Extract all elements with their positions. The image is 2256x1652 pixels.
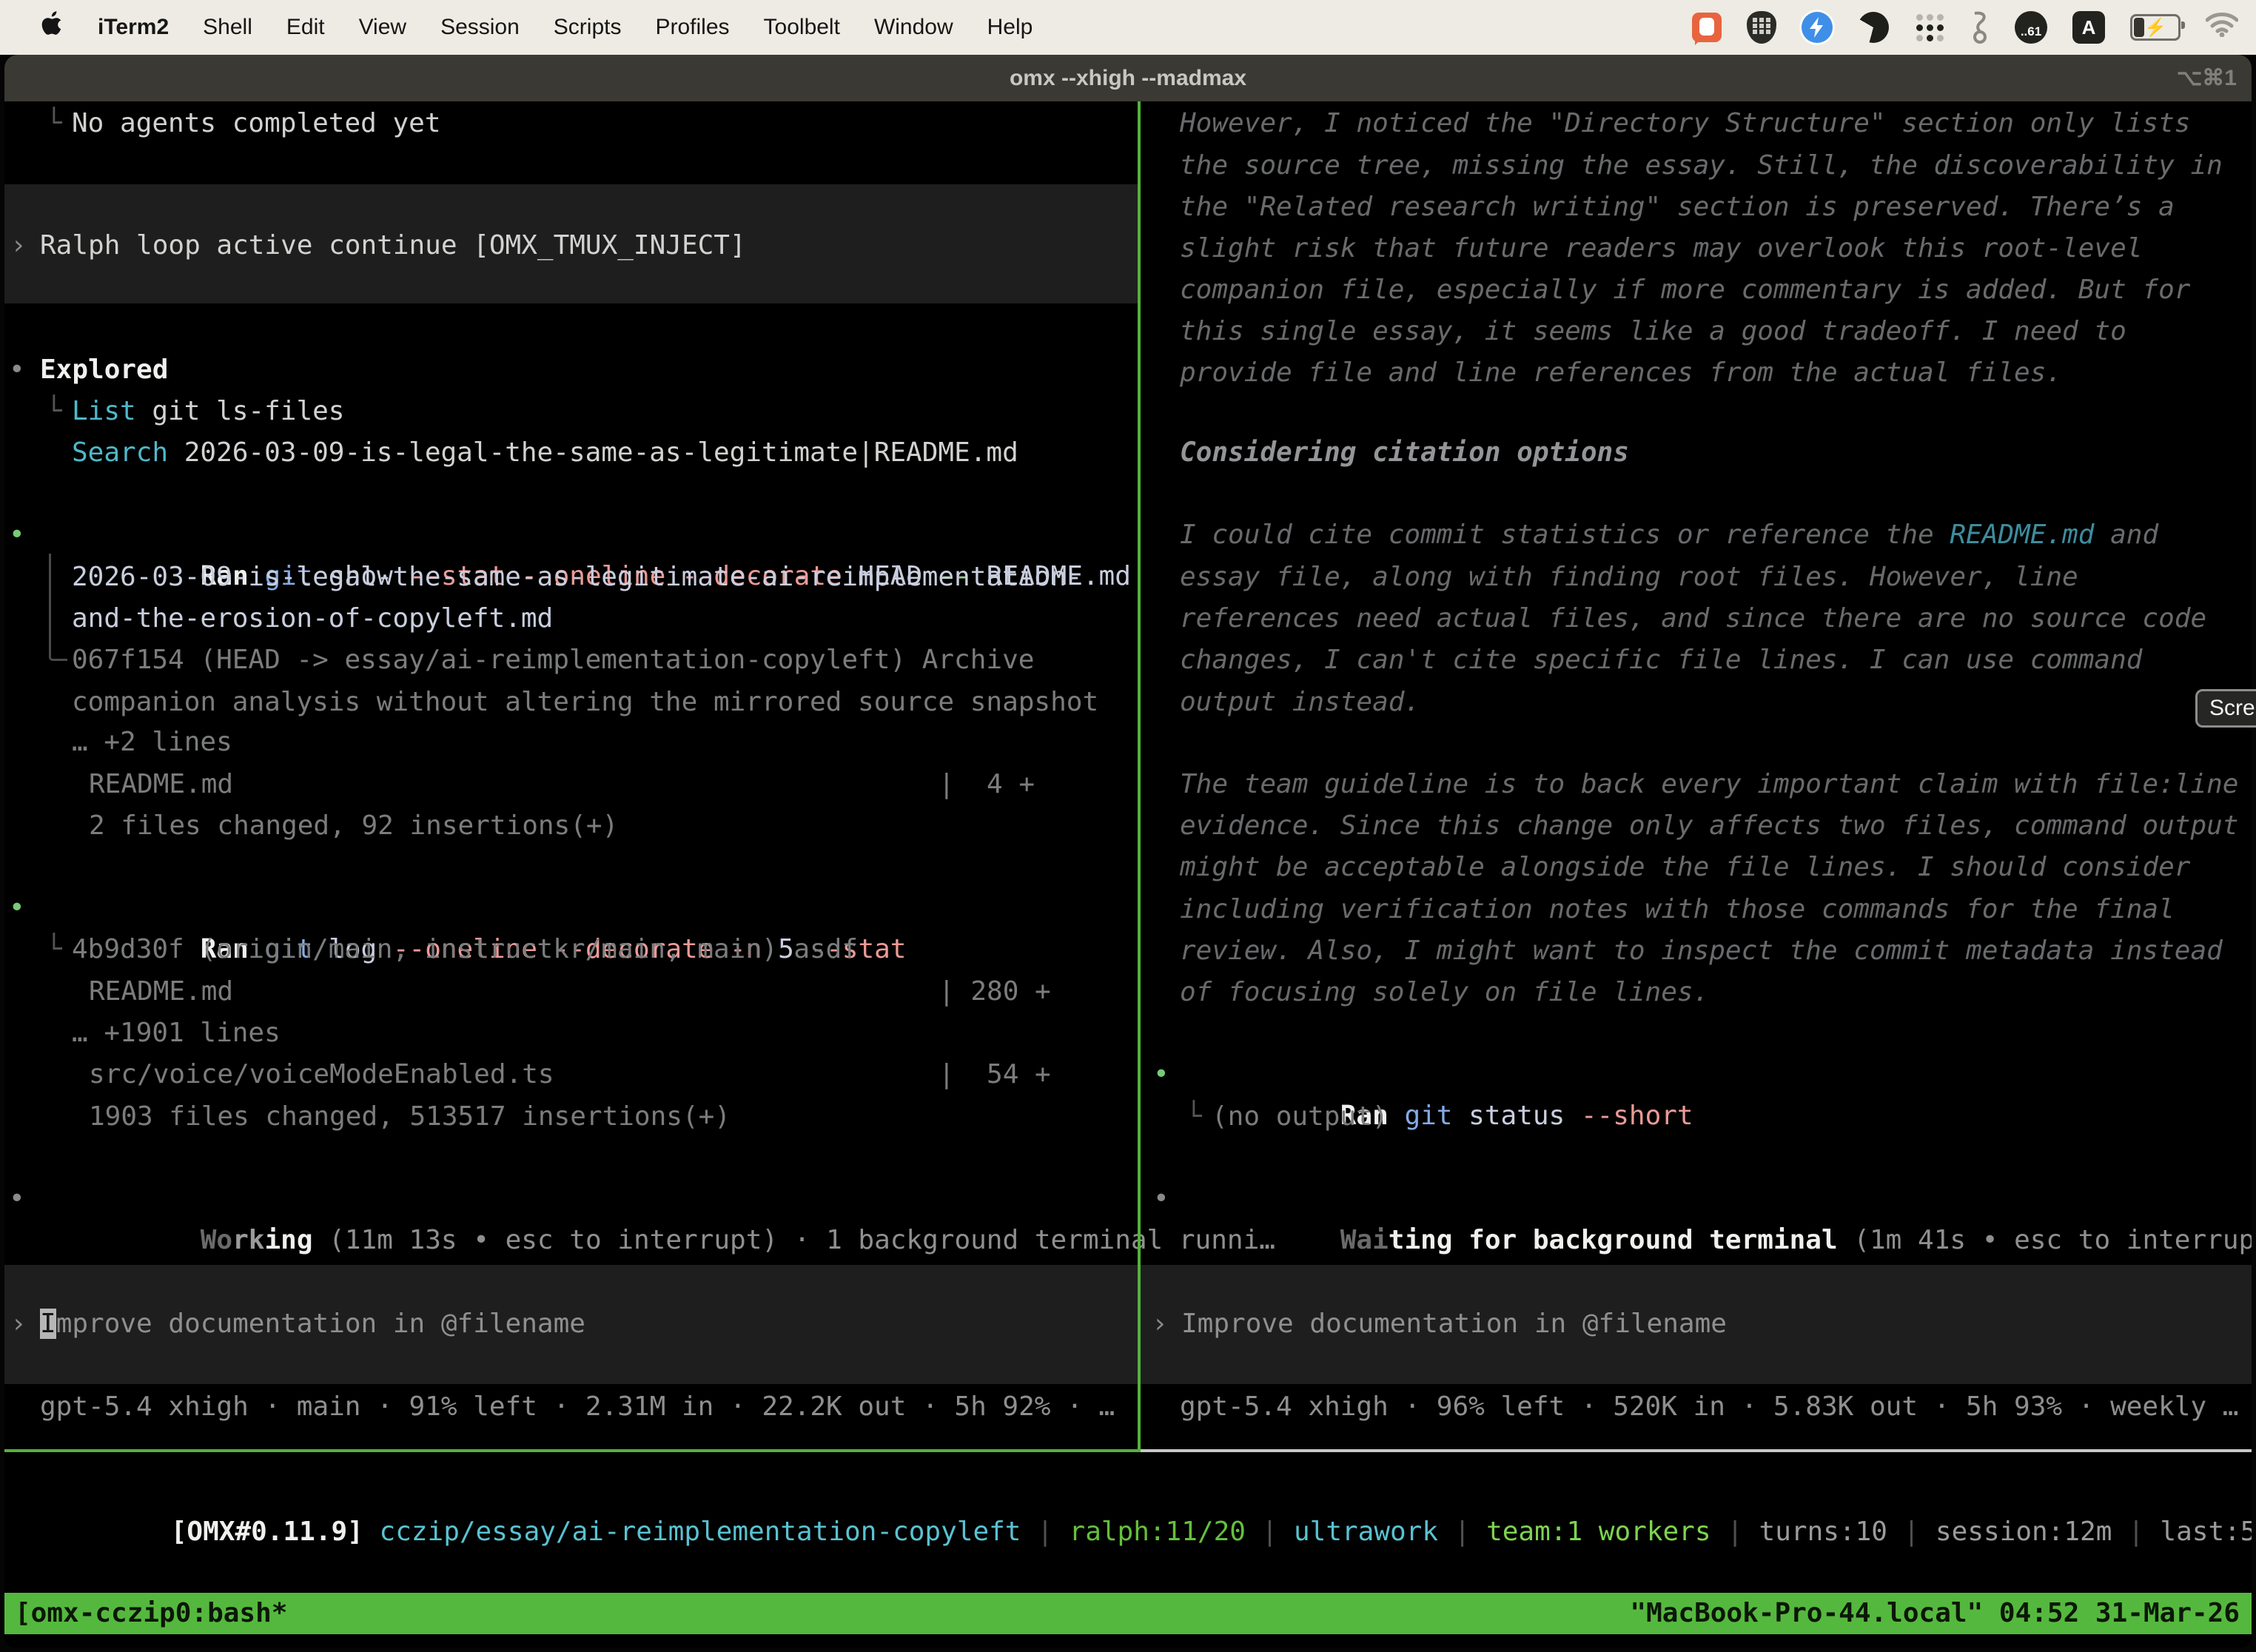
menu-item-view[interactable]: View <box>359 15 406 40</box>
omx-version: [OMX#0.11.9] <box>171 1517 363 1547</box>
reasoning-p3-line: review. Also, I might want to inspect th… <box>4 930 2252 972</box>
menu-item-toolbelt[interactable]: Toolbelt <box>764 15 840 40</box>
loop-icon[interactable] <box>1858 12 1889 43</box>
reasoning-p2-line: I could cite commit statistics or refere… <box>4 514 2252 556</box>
team-workers: team:1 workers <box>1486 1517 1711 1547</box>
reasoning-p1-line: this single essay, it seems like a good … <box>4 311 2252 352</box>
reasoning-p2-line: essay file, along with finding root file… <box>4 557 2252 598</box>
reasoning-p1-line: the source tree, missing the essay. Stil… <box>4 145 2252 187</box>
ran-git-status-command: • Ran git status --short <box>4 1054 2252 1095</box>
prompt-line-right[interactable]: › Improve documentation in @filename <box>4 1303 2252 1345</box>
turns-counter: turns:10 <box>1759 1517 1887 1547</box>
reasoning-p2-line: changes, I can't cite specific file line… <box>4 639 2252 681</box>
git-log-more-lines: … +1901 lines <box>4 1013 2252 1054</box>
reasoning-p1-line: companion file, especially if more comme… <box>4 269 2252 311</box>
bullet-icon: • <box>1153 1054 1169 1095</box>
screen: iTerm2 Shell Edit View Session Scripts P… <box>0 0 2256 1652</box>
menu-item-session[interactable]: Session <box>440 15 520 40</box>
utility-hook-icon[interactable] <box>1970 10 1990 44</box>
menu-item-iterm2[interactable]: iTerm2 <box>98 15 169 40</box>
reasoning-p1-line: slight risk that future readers may over… <box>4 228 2252 269</box>
menu-item-shell[interactable]: Shell <box>203 15 252 40</box>
reasoning-p3-line: might be acceptable alongside the file l… <box>4 847 2252 888</box>
pane-border-bottom-right <box>1141 1449 2252 1452</box>
explored-list-line: └List git ls-files <box>4 391 2252 432</box>
omx-branch-path: cczip/essay/ai-reimplementation-copyleft <box>363 1517 1021 1547</box>
tmux-host-clock: "MacBook-Pro-44.local" 04:52 31-Mar-26 <box>1630 1593 2240 1634</box>
session-statusline-right: gpt-5.4 xhigh · 96% left · 520K in · 5.8… <box>4 1386 2252 1428</box>
bullet-icon: • <box>1153 1178 1169 1220</box>
privacy-shield-icon[interactable] <box>1747 11 1776 44</box>
screen-share-label: Scre <box>2209 696 2255 721</box>
reasoning-p1-line: provide file and line references from th… <box>4 352 2252 394</box>
iterm-window: omx --xhigh --madmax ⌥⌘1 └No agents comp… <box>4 55 2252 1648</box>
timer-icon[interactable]: ..61 <box>2015 11 2047 44</box>
pane-divider[interactable] <box>1138 101 1141 1452</box>
menu-left: iTerm2 Shell Edit View Session Scripts P… <box>0 11 1033 44</box>
battery-fill <box>2134 18 2144 37</box>
last-activity: last:5m ago <box>2160 1517 2252 1547</box>
battery-bolt-icon: ⚡ <box>2144 17 2166 38</box>
wifi-icon[interactable] <box>2206 12 2238 43</box>
menu-item-window[interactable]: Window <box>874 15 953 40</box>
reasoning-p1-line: However, I noticed the "Directory Struct… <box>4 103 2252 144</box>
spaces-grid-icon[interactable] <box>1914 12 1945 43</box>
git-show-more-lines: … +2 lines <box>4 722 2252 763</box>
git-status-output: └(no output) <box>4 1096 2252 1138</box>
reasoning-heading: Considering citation options <box>4 432 2252 474</box>
ralph-counter: ralph:11/20 <box>1070 1517 1246 1547</box>
window-title: omx --xhigh --madmax <box>4 55 2252 101</box>
menu-item-scripts[interactable]: Scripts <box>554 15 622 40</box>
menu-item-edit[interactable]: Edit <box>286 15 325 40</box>
menu-item-help[interactable]: Help <box>987 15 1033 40</box>
tmux-status-bar: [omx-cczip0:bash* "MacBook-Pro-44.local"… <box>4 1593 2252 1634</box>
messages-badge-icon[interactable] <box>1802 12 1833 43</box>
ultrawork-badge: ultrawork <box>1294 1517 1438 1547</box>
apple-logo-icon[interactable] <box>41 11 64 44</box>
prompt-chevron-icon: › <box>1152 1303 1168 1345</box>
reasoning-p2-line: output instead. <box>4 682 2252 723</box>
reasoning-p2-line: references need actual files, and since … <box>4 598 2252 639</box>
reasoning-p3-line: The team guideline is to back every impo… <box>4 764 2252 805</box>
menu-status-icons: ..61 A ⚡ <box>1692 10 2256 44</box>
session-duration: session:12m <box>1936 1517 2112 1547</box>
battery-icon[interactable]: ⚡ <box>2130 14 2181 41</box>
macos-menu-bar: iTerm2 Shell Edit View Session Scripts P… <box>0 0 2256 55</box>
window-shortcut-badge: ⌥⌘1 <box>2177 55 2237 101</box>
screen-recording-icon[interactable] <box>1692 13 1722 42</box>
reasoning-p3-line: evidence. Since this change only affects… <box>4 805 2252 847</box>
tmux-session-name[interactable]: [omx-cczip0:bash* <box>15 1593 287 1634</box>
reasoning-p3-line: including verification notes with those … <box>4 889 2252 930</box>
keyboard-layout-icon[interactable]: A <box>2072 11 2105 44</box>
reasoning-p3-line: of focusing solely on file lines. <box>4 972 2252 1013</box>
reasoning-p1-line: the "Related research writing" section i… <box>4 187 2252 228</box>
menu-item-profiles[interactable]: Profiles <box>655 15 729 40</box>
pane-border-bottom-left <box>4 1449 1141 1452</box>
readme-link[interactable]: README.md <box>1950 520 2094 550</box>
screen-share-button[interactable]: Scre <box>2195 689 2256 728</box>
waiting-status-line: • Waiting for background terminal (1m 41… <box>4 1178 2252 1220</box>
omx-status-bar: [OMX#0.11.9] cczip/essay/ai-reimplementa… <box>4 1470 2252 1511</box>
